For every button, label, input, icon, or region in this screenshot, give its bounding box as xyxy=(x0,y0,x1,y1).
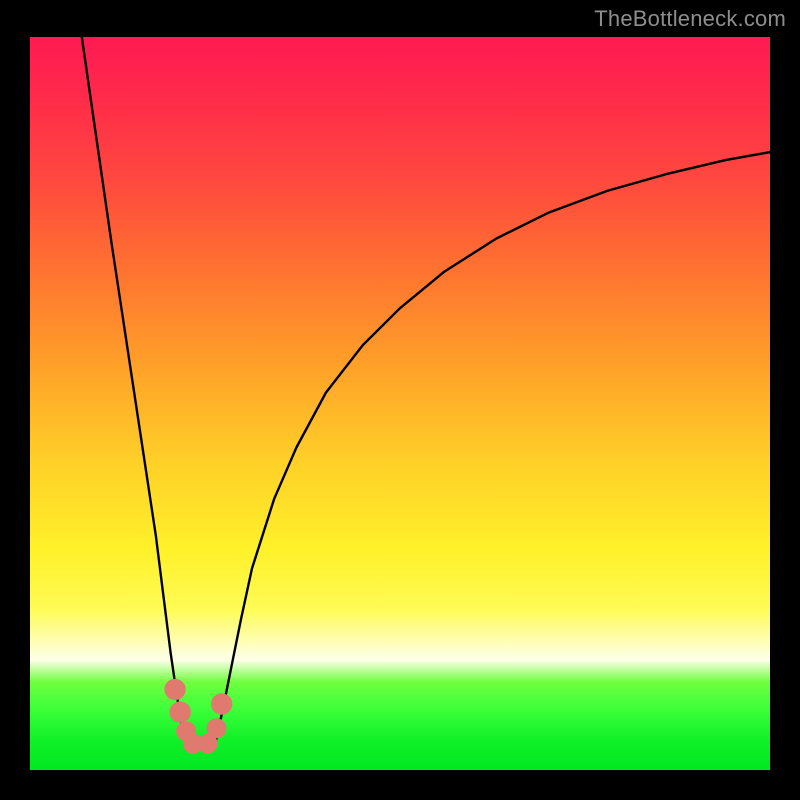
marker-left-mid xyxy=(170,701,191,722)
marker-left-upper xyxy=(164,679,185,700)
marker-right-upper xyxy=(211,693,232,714)
curve-layer xyxy=(30,37,770,770)
curve-group xyxy=(82,37,770,747)
chart-container: TheBottleneck.com xyxy=(0,0,800,800)
watermark-text: TheBottleneck.com xyxy=(594,6,786,32)
bottleneck-curve xyxy=(82,37,770,747)
marker-right-low xyxy=(207,718,227,738)
plot-area xyxy=(30,37,770,770)
